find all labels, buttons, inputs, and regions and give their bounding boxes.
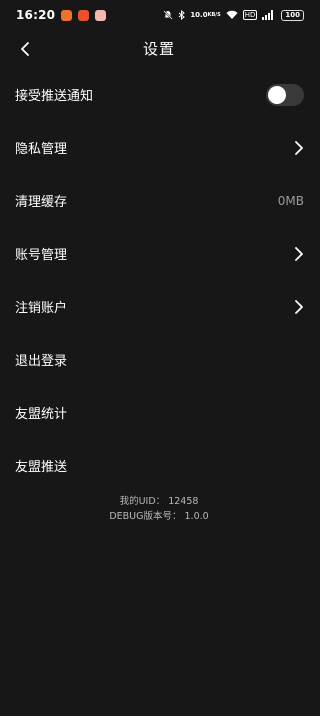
version-label: DEBUG版本号：: [109, 511, 182, 522]
cache-size-value: 0MB: [277, 193, 304, 208]
account-label: 账号管理: [15, 248, 68, 263]
push-notifications-label: 接受推送通知: [15, 89, 94, 104]
version-line: DEBUG版本号： 1.0.0: [0, 509, 318, 524]
hd-badge: HD: [242, 10, 258, 20]
notification-app-icon: [78, 9, 90, 21]
umeng-stats-row[interactable]: 友盟统计: [0, 386, 318, 439]
uid-value: 12458: [168, 496, 199, 507]
app-info-footer: 我的UID： 12458 DEBUG版本号： 1.0.0: [0, 494, 318, 524]
notification-app-icon: [61, 9, 73, 21]
clear-cache-label: 清理缓存: [15, 195, 68, 210]
umeng-stats-label: 友盟统计: [15, 407, 68, 422]
cancel-account-label: 注销账户: [15, 301, 68, 316]
privacy-row[interactable]: 隐私管理: [0, 121, 318, 174]
back-button[interactable]: [14, 38, 36, 60]
account-row[interactable]: 账号管理: [0, 227, 318, 280]
bluetooth-icon: [178, 10, 186, 20]
push-notifications-toggle[interactable]: [266, 83, 304, 106]
wifi-icon: [226, 10, 238, 20]
page-title: 设置: [142, 39, 175, 58]
umeng-push-row[interactable]: 友盟推送: [0, 439, 318, 492]
privacy-label: 隐私管理: [15, 142, 68, 157]
umeng-push-label: 友盟推送: [15, 460, 68, 475]
status-right: 10.0 KB/S HD 100: [163, 9, 304, 21]
chevron-right-icon: [295, 140, 303, 155]
push-notifications-row: 接受推送通知: [0, 68, 318, 121]
notification-app-icon: [95, 9, 107, 21]
logout-row[interactable]: 退出登录: [0, 333, 318, 386]
uid-line: 我的UID： 12458: [0, 494, 318, 509]
navigation-bar: 设置: [0, 30, 318, 66]
clear-cache-row[interactable]: 清理缓存 0MB: [0, 174, 318, 227]
status-left: 16:20: [16, 8, 107, 22]
network-speed-unit: KB/S: [207, 11, 221, 18]
chevron-right-icon: [295, 246, 303, 261]
settings-list: 接受推送通知 隐私管理 清理缓存 0MB 账号管理 注销账户 退出登录 友盟统计…: [0, 68, 318, 492]
battery-indicator: 100: [281, 9, 304, 21]
network-speed: 10.0 KB/S: [190, 10, 221, 19]
logout-label: 退出登录: [15, 354, 68, 369]
chevron-left-icon: [21, 42, 29, 56]
chevron-right-icon: [295, 299, 303, 314]
uid-label: 我的UID：: [119, 496, 166, 507]
toggle-knob: [268, 85, 286, 104]
cancel-account-row[interactable]: 注销账户: [0, 280, 318, 333]
status-time: 16:20: [16, 8, 56, 22]
version-value: 1.0.0: [184, 511, 209, 522]
signal-icon: [262, 10, 276, 20]
mute-bell-icon: [163, 10, 173, 20]
status-bar: 16:20 10.0 KB/S HD 100: [0, 0, 318, 30]
network-speed-value: 10.0: [190, 10, 208, 19]
